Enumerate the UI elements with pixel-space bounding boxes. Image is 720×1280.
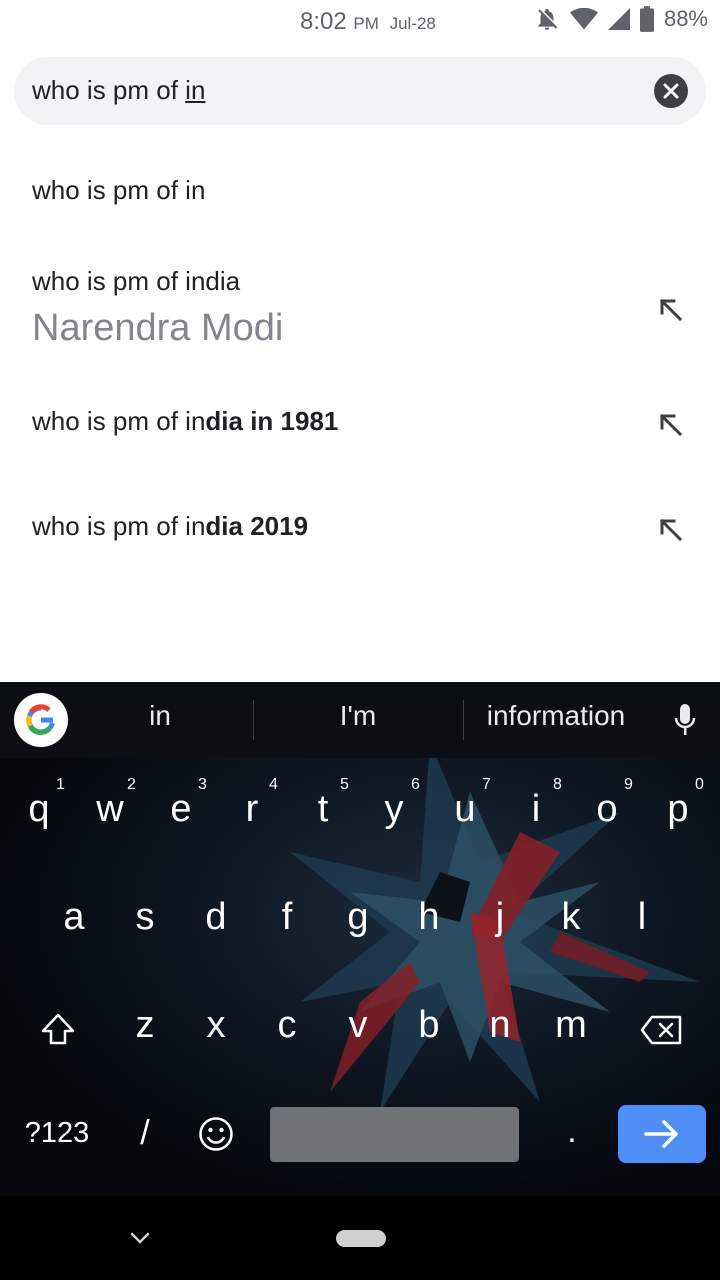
suggestion-answer: Narendra Modi xyxy=(32,307,284,349)
key-u[interactable]: u xyxy=(435,788,495,831)
key-o[interactable]: o xyxy=(577,788,637,831)
suggestion-item[interactable]: who is pm of india Narendra Modi xyxy=(0,245,720,375)
key-g[interactable]: g xyxy=(328,896,388,939)
suggestion-text: who is pm of india in 1981 xyxy=(32,406,338,437)
notifications-off-icon xyxy=(538,8,558,30)
keyboard-suggestion-3[interactable]: information xyxy=(474,700,638,732)
suggestion-item[interactable]: who is pm of india in 1981 xyxy=(0,380,720,480)
status-bar: 8:02 PM Jul-28 88% xyxy=(0,0,720,48)
key-m[interactable]: m xyxy=(541,1004,601,1047)
key-f[interactable]: f xyxy=(257,896,317,939)
key-h[interactable]: h xyxy=(399,896,459,939)
status-icons: 88% xyxy=(534,6,708,32)
key-l[interactable]: l xyxy=(612,896,672,939)
enter-key[interactable] xyxy=(618,1105,706,1163)
suggestion-text: who is pm of india 2019 xyxy=(32,511,308,542)
suggestion-item[interactable]: who is pm of india 2019 xyxy=(0,485,720,585)
key-j[interactable]: j xyxy=(470,896,530,939)
status-date: Jul-28 xyxy=(389,14,436,33)
navigation-bar xyxy=(0,1196,720,1280)
chevron-down-icon[interactable] xyxy=(128,1228,152,1248)
suggestion-plain: who is pm of in xyxy=(32,406,206,436)
key-y[interactable]: y xyxy=(364,788,424,831)
key-e[interactable]: e xyxy=(151,788,211,831)
key-c[interactable]: c xyxy=(257,1004,317,1047)
status-ampm: PM xyxy=(353,14,379,33)
key-k[interactable]: k xyxy=(541,896,601,939)
status-time: 8:02 PM Jul-28 xyxy=(300,8,436,36)
slash-key[interactable]: / xyxy=(115,1114,175,1153)
key-s[interactable]: s xyxy=(115,896,175,939)
key-z[interactable]: z xyxy=(115,1004,175,1047)
backspace-icon[interactable] xyxy=(640,1015,682,1045)
key-i[interactable]: i xyxy=(506,788,566,831)
arrow-up-left-icon[interactable] xyxy=(656,410,686,440)
battery-percent: 88% xyxy=(663,6,708,31)
arrow-right-icon xyxy=(644,1120,678,1148)
key-x[interactable]: x xyxy=(186,1004,246,1047)
status-clock: 8:02 xyxy=(300,8,347,35)
shift-icon[interactable] xyxy=(40,1012,76,1046)
arrow-up-left-icon[interactable] xyxy=(656,295,686,325)
space-bar[interactable] xyxy=(270,1107,519,1162)
keyboard-suggestion-strip: in I'm information xyxy=(0,682,720,758)
key-w[interactable]: w xyxy=(80,788,140,831)
search-query[interactable]: who is pm of in xyxy=(32,75,205,106)
google-g-icon[interactable] xyxy=(14,693,68,747)
wifi-icon xyxy=(569,7,598,30)
key-d[interactable]: d xyxy=(186,896,246,939)
home-button[interactable] xyxy=(336,1230,386,1247)
key-a[interactable]: a xyxy=(44,896,104,939)
suggestion-bold: dia in 1981 xyxy=(205,406,339,436)
key-t[interactable]: t xyxy=(293,788,353,831)
clear-search-button[interactable] xyxy=(654,74,688,108)
key-r[interactable]: r xyxy=(222,788,282,831)
suggestion-text: who is pm of india xyxy=(32,266,240,297)
key-q[interactable]: q xyxy=(9,788,69,831)
close-icon xyxy=(663,83,679,99)
suggestion-divider xyxy=(253,700,254,740)
search-query-composing-word: in xyxy=(185,75,206,105)
keyboard-suggestion-1[interactable]: in xyxy=(100,700,220,732)
suggestion-plain: who is pm of in xyxy=(32,175,206,205)
key-v[interactable]: v xyxy=(328,1004,388,1047)
symbols-key[interactable]: ?123 xyxy=(20,1117,94,1150)
suggestion-text: who is pm of in xyxy=(32,175,205,206)
key-n[interactable]: n xyxy=(470,1004,530,1047)
key-b[interactable]: b xyxy=(399,1004,459,1047)
search-input[interactable]: who is pm of in xyxy=(14,57,706,125)
search-query-prefix: who is pm of xyxy=(32,75,186,105)
suggestion-bold: dia 2019 xyxy=(205,511,309,541)
suggestion-plain: who is pm of in xyxy=(32,511,206,541)
suggestion-plain: who is pm of india xyxy=(32,266,241,296)
emoji-icon[interactable] xyxy=(198,1116,234,1152)
mic-icon[interactable] xyxy=(672,702,698,738)
suggestion-item[interactable]: who is pm of in xyxy=(0,150,720,240)
key-p[interactable]: p xyxy=(648,788,708,831)
period-key[interactable]: . xyxy=(542,1112,602,1151)
keyboard-suggestion-2[interactable]: I'm xyxy=(288,700,428,732)
arrow-up-left-icon[interactable] xyxy=(656,515,686,545)
keyboard: in I'm information 1 2 3 4 5 6 7 8 9 0 q… xyxy=(0,682,720,1196)
cell-signal-icon xyxy=(607,8,630,30)
google-g-glyph xyxy=(26,704,55,736)
suggestion-divider xyxy=(463,700,464,740)
battery-icon xyxy=(639,6,654,32)
